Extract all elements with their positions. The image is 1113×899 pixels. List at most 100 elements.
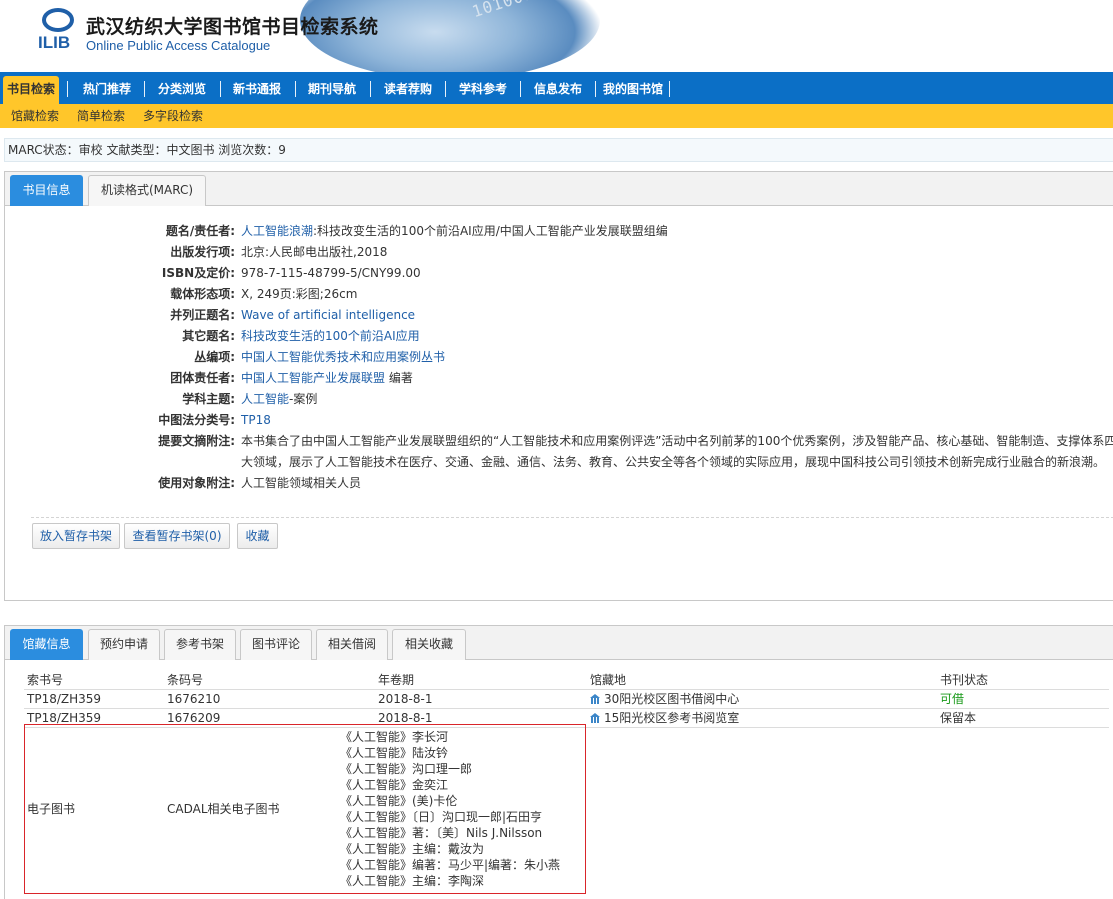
library-building-icon xyxy=(590,713,601,723)
marc-status-line: MARC状态：审校 文献类型：中文图书 浏览次数：9 xyxy=(4,138,1113,162)
nav-info-release[interactable]: 信息发布 xyxy=(528,76,588,104)
series-link[interactable]: 中国人工智能优秀技术和应用案例丛书 xyxy=(241,350,445,364)
field-isbn: ISBN及定价: 978-7-115-48799-5/CNY99.00 xyxy=(5,263,1113,284)
ilib-logo[interactable]: ILIB xyxy=(36,8,82,54)
parallel-title-link[interactable]: Wave of artificial intelligence xyxy=(241,308,415,322)
title-rest: :科技改变生活的100个前沿AI应用/中国人工智能产业发展联盟组编 xyxy=(313,224,668,238)
field-other-title: 其它题名: 科技改变生活的100个前沿AI应用 xyxy=(5,326,1113,347)
clc-link[interactable]: TP18 xyxy=(241,413,271,427)
field-label: 其它题名: xyxy=(182,329,235,343)
field-parallel-title: 并列正题名: Wave of artificial intelligence xyxy=(5,305,1113,326)
nav-separator xyxy=(370,81,371,97)
location-text: 30阳光校区图书借阅中心 xyxy=(604,692,740,706)
ebook-link[interactable]: 《人工智能》〔日〕沟口现一郎|石田亨 xyxy=(340,809,560,825)
view-shelf-button[interactable]: 查看暂存书架(0) xyxy=(124,523,230,549)
ebook-link[interactable]: 《人工智能》著：〔美〕Nils J.Nilsson xyxy=(340,825,560,841)
ebook-link[interactable]: 《人工智能》金奕江 xyxy=(340,777,560,793)
ebook-type: 电子图书 xyxy=(27,802,76,816)
subject-link[interactable]: 人工智能 xyxy=(241,392,289,406)
field-title: 题名/责任者: 人工智能浪潮:科技改变生活的100个前沿AI应用/中国人工智能产… xyxy=(5,221,1113,242)
field-label: ISBN及定价: xyxy=(161,266,235,280)
binary-decoration: 10100101 xyxy=(470,0,557,22)
detail-tabbar: 书目信息 机读格式(MARC) xyxy=(5,172,1113,206)
tab-marc-format[interactable]: 机读格式(MARC) xyxy=(88,175,206,206)
nav-separator xyxy=(595,81,596,97)
site-header: 10100101 ILIB 武汉纺织大学图书馆书目检索系统 Online Pub… xyxy=(0,0,1113,72)
ebook-link[interactable]: 《人工智能》主编：李陶深 xyxy=(340,873,560,889)
ebook-link[interactable]: 《人工智能》沟口理一郎 xyxy=(340,761,560,777)
subnav-multi-field-search[interactable]: 多字段检索 xyxy=(143,104,203,128)
location-text: 15阳光校区参考书阅览室 xyxy=(604,711,740,725)
abstract-text: 本书集合了由中国人工智能产业发展联盟组织的“人工智能技术和应用案例评选”活动中名… xyxy=(241,434,1113,469)
field-physical: 载体形态项: X, 249页:彩图;26cm xyxy=(5,284,1113,305)
field-value: 978-7-115-48799-5/CNY99.00 xyxy=(241,266,421,280)
field-label: 并列正题名: xyxy=(170,308,235,322)
nav-my-library[interactable]: 我的图书馆 xyxy=(600,76,666,104)
tab-reservation[interactable]: 预约申请 xyxy=(88,629,160,660)
field-label: 使用对象附注: xyxy=(158,476,235,490)
ebook-link[interactable]: 《人工智能》编著：马少平|编著：朱小燕 xyxy=(340,857,560,873)
corp-role: 编著 xyxy=(385,371,413,385)
field-value: X, 249页:彩图;26cm xyxy=(241,287,358,301)
field-value: 北京:人民邮电出版社,2018 xyxy=(241,245,388,259)
field-value: 人工智能领域相关人员 xyxy=(241,476,362,490)
nav-separator xyxy=(295,81,296,97)
nav-new-books[interactable]: 新书通报 xyxy=(227,76,287,104)
tab-related-favorites[interactable]: 相关收藏 xyxy=(392,629,466,660)
site-title: 武汉纺织大学图书馆书目检索系统 xyxy=(86,16,379,38)
holdings-tabbar: 馆藏信息 预约申请 参考书架 图书评论 相关借阅 相关收藏 xyxy=(5,626,1113,660)
field-label: 学科主题: xyxy=(182,392,235,406)
site-subtitle: Online Public Access Catalogue xyxy=(86,38,271,53)
nav-category-browse[interactable]: 分类浏览 xyxy=(152,76,212,104)
tab-book-reviews[interactable]: 图书评论 xyxy=(240,629,312,660)
sub-nav: 馆藏检索 简单检索 多字段检索 xyxy=(0,104,1113,128)
nav-subject-ref[interactable]: 学科参考 xyxy=(453,76,513,104)
col-header-volume: 年卷期 xyxy=(378,673,415,687)
field-series: 丛编项: 中国人工智能优秀技术和应用案例丛书 xyxy=(5,347,1113,368)
ebook-link[interactable]: 《人工智能》陆汝钤 xyxy=(340,745,560,761)
library-building-icon xyxy=(590,694,601,704)
logo-bubble-icon xyxy=(42,8,74,32)
ebook-link[interactable]: 《人工智能》(美)卡伦 xyxy=(340,793,560,809)
field-label: 提要文摘附注: xyxy=(158,434,235,448)
book-detail-panel: 书目信息 机读格式(MARC) 题名/责任者: 人工智能浪潮:科技改变生活的10… xyxy=(4,171,1113,601)
tab-holdings[interactable]: 馆藏信息 xyxy=(10,629,83,660)
nav-catalog-search[interactable]: 书目检索 xyxy=(3,76,59,104)
subject-rest: -案例 xyxy=(289,392,318,406)
add-to-shelf-button[interactable]: 放入暂存书架 xyxy=(32,523,120,549)
status-badge: 保留本 xyxy=(940,711,977,725)
field-audience: 使用对象附注: 人工智能领域相关人员 xyxy=(5,473,1113,494)
main-nav: 书目检索 热门推荐 分类浏览 新书通报 期刊导航 读者荐购 学科参考 信息发布 … xyxy=(0,72,1113,104)
corporate-author-link[interactable]: 中国人工智能产业发展联盟 xyxy=(241,371,385,385)
title-link[interactable]: 人工智能浪潮 xyxy=(241,224,313,238)
nav-journals[interactable]: 期刊导航 xyxy=(302,76,362,104)
other-title-link[interactable]: 科技改变生活的100个前沿AI应用 xyxy=(241,329,420,343)
field-label: 中图法分类号: xyxy=(158,413,235,427)
nav-hot-picks[interactable]: 热门推荐 xyxy=(77,76,137,104)
ebook-link[interactable]: 《人工智能》李长河 xyxy=(340,729,560,745)
tab-book-info[interactable]: 书目信息 xyxy=(10,175,83,206)
logo-text: ILIB xyxy=(38,33,71,52)
field-label: 丛编项: xyxy=(194,350,235,364)
subnav-simple-search[interactable]: 简单检索 xyxy=(77,104,125,128)
barcode: 1676210 xyxy=(167,692,221,706)
field-publish: 出版发行项: 北京:人民邮电出版社,2018 xyxy=(5,242,1113,263)
volume: 2018-8-1 xyxy=(378,692,433,706)
col-header-barcode: 条码号 xyxy=(167,673,204,687)
col-header-location: 馆藏地 xyxy=(590,673,627,687)
nav-separator xyxy=(67,81,68,97)
location[interactable]: 15阳光校区参考书阅览室 xyxy=(590,709,739,727)
field-label: 团体责任者: xyxy=(170,371,235,385)
tab-related-borrows[interactable]: 相关借阅 xyxy=(316,629,388,660)
favorite-button[interactable]: 收藏 xyxy=(237,523,278,549)
nav-reader-recommend[interactable]: 读者荐购 xyxy=(378,76,438,104)
location[interactable]: 30阳光校区图书借阅中心 xyxy=(590,690,739,708)
divider xyxy=(31,517,1113,518)
nav-separator xyxy=(445,81,446,97)
field-label: 载体形态项: xyxy=(170,287,235,301)
ebook-source: CADAL相关电子图书 xyxy=(167,802,280,816)
nav-separator xyxy=(669,81,670,97)
subnav-holding-search[interactable]: 馆藏检索 xyxy=(11,104,59,128)
ebook-link[interactable]: 《人工智能》主编：戴汝为 xyxy=(340,841,560,857)
tab-reference-shelf[interactable]: 参考书架 xyxy=(164,629,236,660)
